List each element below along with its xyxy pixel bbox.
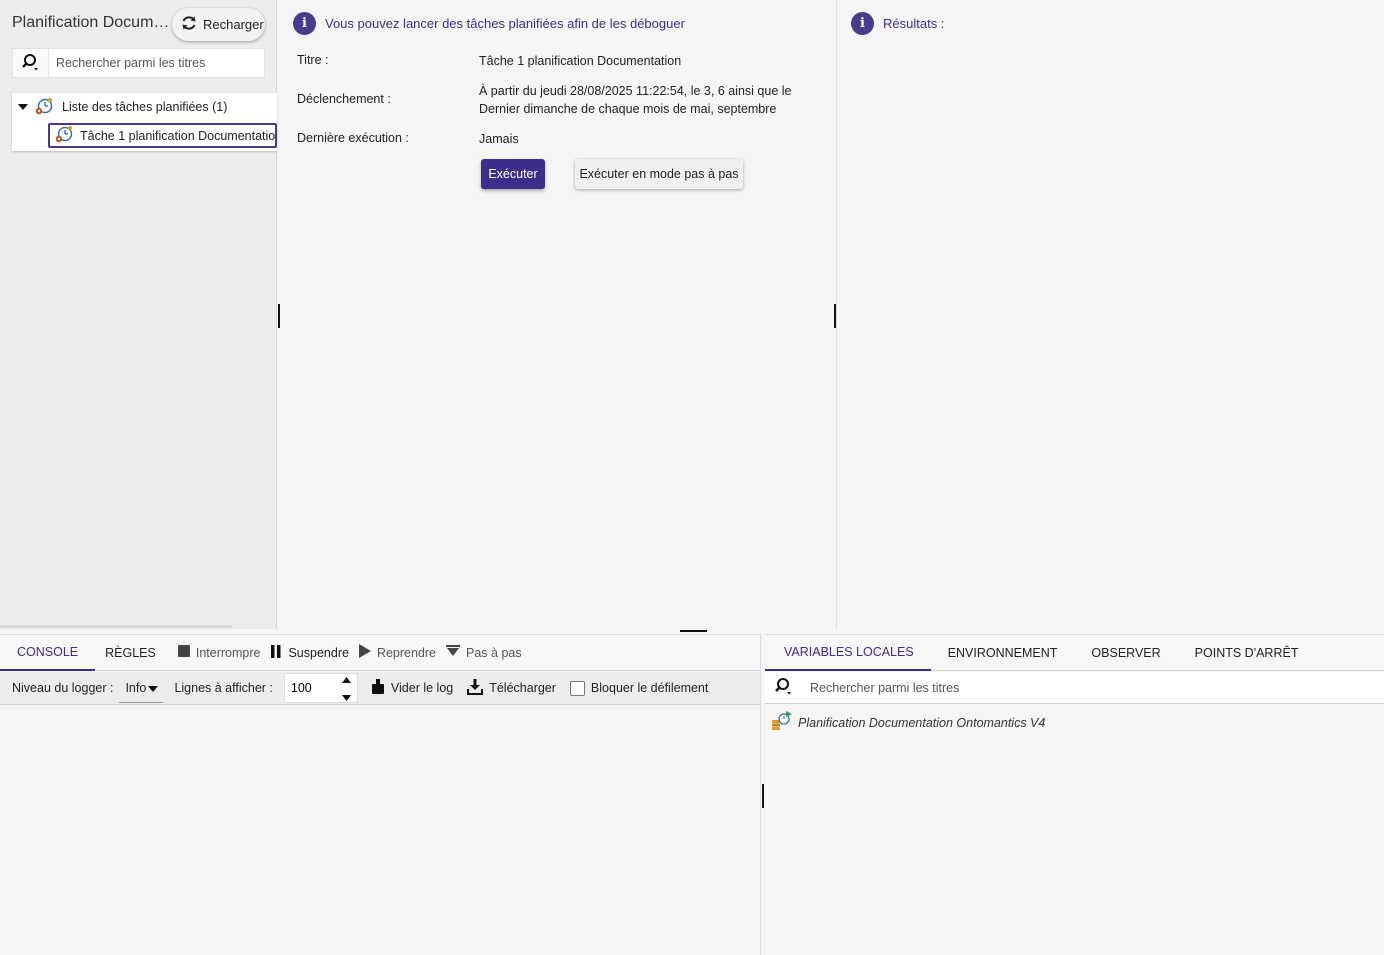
suspend-label: Suspendre [288,645,349,660]
info-icon: i [851,12,874,35]
step-button[interactable]: Pas à pas [441,635,527,671]
lines-stepper [283,673,358,703]
console-tab-bar: CONSOLE RÈGLES Interrompre Suspendre Rep… [0,635,760,671]
resume-button[interactable]: Reprendre [354,635,441,671]
title-value: Tâche 1 planification Documentation [479,54,682,68]
stop-icon [177,645,190,660]
lock-scroll-toggle[interactable]: Bloquer le défilement [565,672,713,705]
results-label: Résultats : [883,16,945,31]
variables-tab-bar: VARIABLES LOCALES ENVIRONNEMENT OBSERVER… [765,635,1384,671]
reload-button[interactable]: Recharger [172,8,265,41]
stepper-buttons[interactable] [337,674,357,702]
stepper-down-icon[interactable] [342,690,352,704]
info-banner: i Vous pouvez lancer des tâches planifié… [293,12,685,35]
lines-input[interactable] [284,680,337,696]
resume-label: Reprendre [376,645,437,660]
lines-label: Lignes à afficher : [174,681,273,695]
pause-icon [270,644,282,661]
panel-title: Planification Docume... [12,14,170,31]
chevron-down-icon [148,681,159,695]
variables-panel: VARIABLES LOCALES ENVIRONNEMENT OBSERVER… [765,634,1384,955]
variables-search [765,672,1384,704]
tab-environment[interactable]: ENVIRONNEMENT [931,635,1075,671]
interrupt-button[interactable]: Interrompre [173,635,266,671]
tasks-tree-panel: Planification Docume... Recharger Recher… [0,0,277,629]
last-run-value: Jamais [479,132,519,146]
variable-tree-item[interactable]: Planification Documentation Ontomantics … [771,711,1045,734]
console-toolbar: Niveau du logger : Info Lignes à affiche… [0,672,760,705]
console-panel: CONSOLE RÈGLES Interrompre Suspendre Rep… [0,634,761,955]
logger-level-value: Info [125,680,147,695]
title-label: Titre : [297,53,329,67]
execute-step-button[interactable]: Exécuter en mode pas à pas [575,159,743,189]
suspend-button[interactable]: Suspendre [265,635,353,671]
stepper-up-icon[interactable] [342,672,352,686]
variables-search-input[interactable] [803,672,1363,703]
tab-rules[interactable]: RÈGLES [95,635,167,671]
search-options-button[interactable] [13,49,49,77]
logger-level-label: Niveau du logger : [12,681,114,695]
tab-breakpoints[interactable]: POINTS D'ARRÊT [1178,635,1316,671]
tab-console[interactable]: CONSOLE [0,635,96,671]
interrupt-label: Interrompre [195,645,261,660]
search-icon [21,52,41,75]
trigger-value: À partir du jeudi 28/08/2025 11:22:54, l… [479,84,792,116]
scheduled-task-icon [54,125,74,146]
step-label: Pas à pas [466,645,522,660]
broom-icon [371,679,385,697]
download-icon [467,678,484,698]
tree-root-node[interactable]: Liste des tâches planifiées (1) [12,93,277,121]
tree-search [12,48,265,78]
tab-watch[interactable]: OBSERVER [1074,635,1177,671]
lock-scroll-checkbox[interactable] [569,680,585,696]
bottom-splitter-handle[interactable] [680,630,707,632]
task-details-panel: i Vous pouvez lancer des tâches planifié… [280,0,833,629]
tab-local-variables[interactable]: VARIABLES LOCALES [765,635,931,671]
planning-document-icon [771,711,793,734]
scheduled-task-icon [34,96,54,119]
lock-scroll-label: Bloquer le défilement [590,681,709,695]
info-banner-text: Vous pouvez lancer des tâches planifiées… [325,16,685,31]
tree-item-task[interactable]: Tâche 1 planification Documentation [48,123,277,148]
variable-item-label: Planification Documentation Ontomantics … [798,715,1046,730]
bottom-splitter-vertical[interactable] [762,784,764,808]
play-icon [358,644,371,661]
logger-level-select[interactable]: Info [119,674,164,703]
task-tree: Liste des tâches planifiées (1) Tâche 1 … [12,93,277,151]
caret-down-icon[interactable] [17,100,29,115]
clear-log-label: Vider le log [390,681,454,695]
horizontal-scrollbar[interactable] [0,625,232,628]
results-header: i Résultats : [851,12,944,35]
download-button[interactable]: Télécharger [462,672,561,705]
download-label: Télécharger [489,681,556,695]
search-icon [774,676,794,699]
search-options-button[interactable] [765,672,803,703]
last-run-label: Dernière exécution : [297,131,409,145]
info-icon: i [293,12,316,35]
reload-label: Recharger [203,17,264,32]
tree-item-label: Tâche 1 planification Documentation [80,128,277,143]
refresh-icon [181,15,197,34]
results-panel: i Résultats : [836,0,1384,629]
step-icon [446,645,461,660]
tree-root-label: Liste des tâches planifiées (1) [62,100,228,114]
trigger-label: Déclenchement : [297,92,391,106]
tree-search-input[interactable] [49,49,259,77]
execute-button[interactable]: Exécuter [481,159,545,189]
clear-log-button[interactable]: Vider le log [366,672,458,705]
